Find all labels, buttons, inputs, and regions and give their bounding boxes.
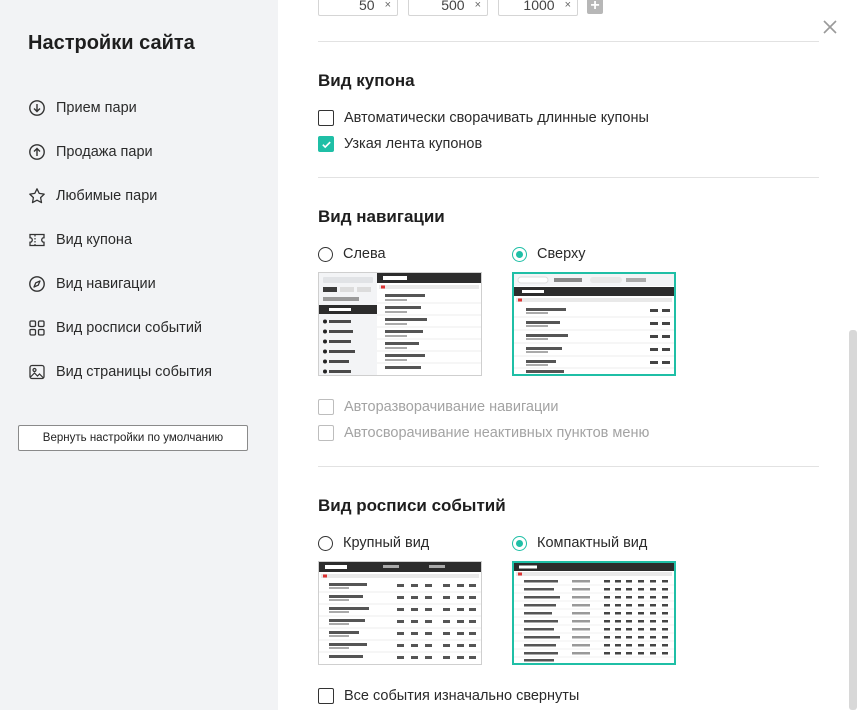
radio-circle[interactable] xyxy=(318,246,333,262)
close-button[interactable] xyxy=(821,18,839,36)
radio-label: Крупный вид xyxy=(343,535,430,551)
scrollbar-thumb[interactable] xyxy=(849,330,857,710)
radio-label: Сверху xyxy=(537,246,586,262)
preview-events-large[interactable] xyxy=(318,561,482,665)
checkbox-narrow-coupon-feed[interactable]: Узкая лента купонов xyxy=(318,134,482,154)
checkbox-label: Автосворачивание неактивных пунктов меню xyxy=(344,425,650,441)
radio-label: Компактный вид xyxy=(537,535,648,551)
radio-label: Слева xyxy=(343,246,386,262)
radio-navigation-top[interactable]: Сверху xyxy=(512,244,585,264)
compass-icon xyxy=(28,275,46,293)
star-icon xyxy=(28,187,46,205)
preview-image xyxy=(514,274,674,373)
add-amount-button[interactable]: + xyxy=(587,0,603,14)
sidebar-item-label: Вид росписи событий xyxy=(56,320,203,336)
sidebar-item-events-view[interactable]: Вид росписи событий xyxy=(28,316,202,340)
radio-events-large[interactable]: Крупный вид xyxy=(318,533,429,553)
download-circle-icon xyxy=(28,99,46,117)
preview-navigation-top[interactable] xyxy=(512,272,676,376)
radio-circle[interactable] xyxy=(318,535,333,551)
radio-circle[interactable] xyxy=(512,535,527,551)
radio-events-compact[interactable]: Компактный вид xyxy=(512,533,647,553)
image-icon xyxy=(28,363,46,381)
amount-value: 50 xyxy=(358,0,375,13)
divider xyxy=(318,466,819,467)
sidebar-item-event-page-view[interactable]: Вид страницы события xyxy=(28,360,212,384)
checkbox-all-events-collapsed[interactable]: Все события изначально свернуты xyxy=(318,686,579,706)
sidebar-title: Настройки сайта xyxy=(28,32,195,54)
checkbox-box[interactable] xyxy=(318,688,334,704)
sidebar-item-label: Любимые пари xyxy=(56,188,158,204)
preview-events-compact[interactable] xyxy=(512,561,676,665)
preview-image xyxy=(319,562,481,659)
section-title-navigation-view: Вид навигации xyxy=(318,207,445,226)
amount-value: 500 xyxy=(441,0,465,13)
checkbox-auto-collapse-coupons[interactable]: Автоматически сворачивать длинные купоны xyxy=(318,108,649,128)
sidebar-item-navigation-view[interactable]: Вид навигации xyxy=(28,272,156,296)
reset-defaults-button[interactable]: Вернуть настройки по умолчанию xyxy=(18,425,248,451)
checkbox-auto-collapse-menu[interactable]: Автосворачивание неактивных пунктов меню xyxy=(318,423,649,443)
sidebar-item-label: Вид купона xyxy=(56,232,133,248)
sidebar-item-sell-bets[interactable]: Продажа пари xyxy=(28,140,153,164)
checkbox-box[interactable] xyxy=(318,110,334,126)
divider xyxy=(318,177,819,178)
sidebar-item-label: Прием пари xyxy=(56,100,137,116)
remove-icon[interactable]: × xyxy=(385,0,391,11)
radio-circle[interactable] xyxy=(512,246,527,262)
section-title-coupon-view: Вид купона xyxy=(318,71,415,90)
close-icon xyxy=(823,20,837,34)
preview-navigation-left[interactable] xyxy=(318,272,482,376)
sidebar-item-accept-bets[interactable]: Прием пари xyxy=(28,96,137,120)
checkbox-auto-expand-navigation[interactable]: Авторазворачивание навигации xyxy=(318,397,559,417)
sidebar-item-favorite-bets[interactable]: Любимые пари xyxy=(28,184,157,208)
section-title-events-view: Вид росписи событий xyxy=(318,496,506,515)
grid-icon xyxy=(28,319,46,337)
checkmark-icon xyxy=(321,141,331,148)
checkbox-box[interactable] xyxy=(318,425,334,441)
radio-navigation-left[interactable]: Слева xyxy=(318,244,386,264)
checkbox-label: Автоматически сворачивать длинные купоны xyxy=(344,110,649,126)
checkbox-label: Все события изначально свернуты xyxy=(344,688,580,704)
sidebar-item-label: Вид навигации xyxy=(56,276,156,292)
checkbox-box[interactable] xyxy=(318,136,334,152)
upload-circle-icon xyxy=(28,143,46,161)
remove-icon[interactable]: × xyxy=(475,0,481,11)
preview-image xyxy=(319,273,481,375)
sidebar: Настройки сайта Прием пари Продажа пари … xyxy=(0,0,278,710)
ticket-icon xyxy=(28,231,46,249)
amount-chip[interactable]: 1000 × xyxy=(498,0,578,16)
amount-value: 1000 xyxy=(523,0,555,13)
sidebar-item-label: Продажа пари xyxy=(56,144,153,160)
checkbox-label: Узкая лента купонов xyxy=(344,136,483,152)
sidebar-item-label: Вид страницы события xyxy=(56,364,212,380)
sidebar-item-coupon-view[interactable]: Вид купона xyxy=(28,228,132,252)
amount-chip[interactable]: 50 × xyxy=(318,0,398,16)
settings-content: 50 × 500 × 1000 × + Вид купона Автоматич… xyxy=(278,0,857,710)
checkbox-box[interactable] xyxy=(318,399,334,415)
remove-icon[interactable]: × xyxy=(565,0,571,11)
checkbox-label: Авторазворачивание навигации xyxy=(344,399,559,415)
divider xyxy=(318,41,819,42)
preview-image xyxy=(514,563,674,662)
amount-chip[interactable]: 500 × xyxy=(408,0,488,16)
